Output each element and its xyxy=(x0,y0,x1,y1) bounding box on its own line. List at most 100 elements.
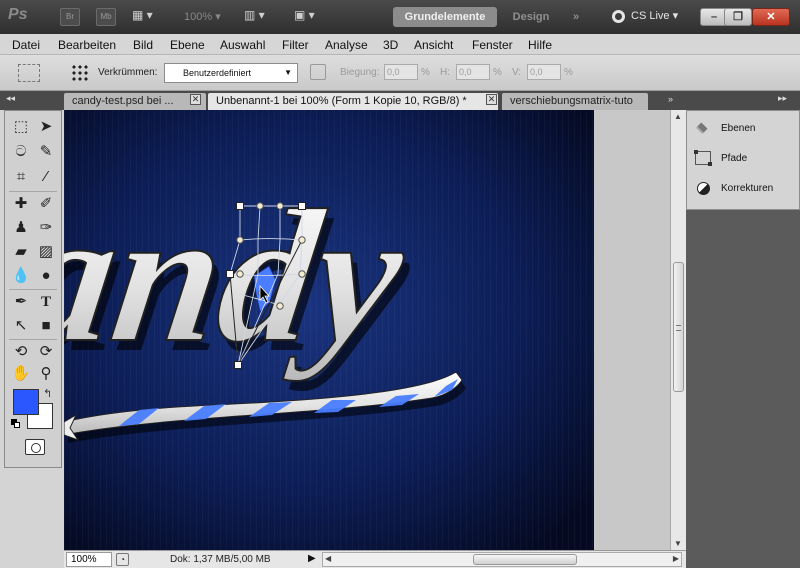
canvas-artwork: andy andy xyxy=(64,110,594,550)
tab-label: verschiebungsmatrix-tuto xyxy=(510,95,633,107)
mini-bridge-button[interactable]: Mb xyxy=(96,8,116,26)
menu-bar: Datei Bearbeiten Bild Ebene Auswahl Filt… xyxy=(0,34,800,55)
foreground-color-swatch[interactable] xyxy=(13,389,39,415)
zoom-level-dropdown[interactable]: 100% ▾ xyxy=(184,10,221,23)
panel-adjustments-label: Korrekturen xyxy=(721,183,774,194)
scroll-left-icon[interactable]: ◀ xyxy=(325,554,331,563)
3d-orbit-tool-icon[interactable]: ⟳ xyxy=(35,341,57,363)
menu-bearbeiten[interactable]: Bearbeiten xyxy=(58,38,116,52)
marquee-tool-icon[interactable]: ⬚ xyxy=(10,116,32,138)
tab-candy-test[interactable]: candy-test.psd bei ... xyxy=(64,93,206,110)
crop-tool-icon[interactable]: ⌗ xyxy=(10,166,32,188)
cs-live-icon xyxy=(612,9,625,23)
path-selection-tool-icon[interactable]: ↖ xyxy=(10,315,32,337)
collapse-toolbox-icon[interactable]: ◂◂ xyxy=(6,93,15,104)
workspace-grundelemente-button[interactable]: Grundelemente xyxy=(393,7,497,27)
pen-tool-icon[interactable]: ✒ xyxy=(10,291,32,313)
menu-3d[interactable]: 3D xyxy=(383,38,398,52)
vertical-scroll-thumb[interactable] xyxy=(673,262,684,392)
status-zoom-field[interactable]: 100% xyxy=(66,552,112,567)
tab-label: Unbenannt-1 bei 100% (Form 1 Kopie 10, R… xyxy=(216,95,467,107)
change-warp-orientation-icon[interactable] xyxy=(310,64,326,80)
v-label: V: xyxy=(512,67,522,78)
tab-overflow-icon[interactable]: » xyxy=(668,94,673,104)
toolbox-divider xyxy=(9,191,57,192)
scroll-up-icon[interactable]: ▲ xyxy=(674,112,682,121)
menu-ansicht[interactable]: Ansicht xyxy=(414,38,453,52)
hand-tool-icon[interactable]: ✋ xyxy=(10,363,32,385)
gradient-tool-icon[interactable]: ▨ xyxy=(35,241,57,263)
close-button[interactable]: ✕ xyxy=(752,8,790,26)
layers-icon xyxy=(695,121,711,135)
scroll-right-icon[interactable]: ▶ xyxy=(673,554,679,563)
close-tab-icon[interactable]: ✕ xyxy=(486,94,497,105)
tab-label: candy-test.psd bei ... xyxy=(72,95,174,107)
menu-datei[interactable]: Datei xyxy=(12,38,40,52)
transform-tool-preset-icon[interactable] xyxy=(18,64,40,82)
reference-point-grid-icon[interactable] xyxy=(70,64,90,82)
panel-adjustments[interactable]: Korrekturen xyxy=(695,179,773,199)
cs-live-button[interactable]: CS Live ▾ xyxy=(612,9,678,23)
swap-colors-icon[interactable]: ↰ xyxy=(43,387,52,400)
menu-ebene[interactable]: Ebene xyxy=(170,38,205,52)
bend-field[interactable]: 0,0 xyxy=(384,64,418,80)
document-tab-strip: ◂◂ candy-test.psd bei ... ✕ Unbenannt-1 … xyxy=(0,91,800,110)
scroll-down-icon[interactable]: ▼ xyxy=(674,539,682,548)
h-distortion-field[interactable]: 0,0 xyxy=(456,64,490,80)
restore-button[interactable]: ❐ xyxy=(724,8,752,26)
menu-bild[interactable]: Bild xyxy=(133,38,153,52)
lasso-tool-icon[interactable]: ට xyxy=(10,141,32,163)
h-label: H: xyxy=(440,67,450,78)
eyedropper-tool-icon[interactable]: ⁄ xyxy=(35,166,57,188)
paths-icon xyxy=(694,150,712,167)
menu-hilfe[interactable]: Hilfe xyxy=(528,38,552,52)
workspace-more-button[interactable]: » xyxy=(566,7,586,27)
v-distortion-field[interactable]: 0,0 xyxy=(527,64,561,80)
type-tool-icon[interactable]: T xyxy=(35,291,57,313)
zoom-tool-icon[interactable]: ⚲ xyxy=(35,363,57,385)
brush-tool-icon[interactable]: ✐ xyxy=(35,193,57,215)
history-brush-tool-icon[interactable]: ✑ xyxy=(35,217,57,239)
chevron-down-icon: ▼ xyxy=(284,68,292,77)
panel-paths[interactable]: Pfade xyxy=(694,149,747,169)
workspace-design-button[interactable]: Design xyxy=(500,7,562,27)
3d-rotate-tool-icon[interactable]: ⟲ xyxy=(10,341,32,363)
menu-auswahl[interactable]: Auswahl xyxy=(220,38,265,52)
bridge-button[interactable]: Br xyxy=(60,8,80,26)
panel-layers[interactable]: Ebenen xyxy=(695,119,755,139)
horizontal-scrollbar[interactable]: ◀ ▶ xyxy=(322,552,682,567)
toolbox-divider xyxy=(9,289,57,290)
eraser-tool-icon[interactable]: ▰ xyxy=(10,241,32,263)
photoshop-window: Ps Br Mb ▦ ▾ 100% ▾ ▥ ▾ ▣ ▾ Grundelement… xyxy=(0,0,800,568)
view-extras-icon[interactable]: ▦ ▾ xyxy=(132,8,153,22)
close-tab-icon[interactable]: ✕ xyxy=(190,94,201,105)
status-info-icon[interactable]: ◔ xyxy=(116,553,129,566)
menu-analyse[interactable]: Analyse xyxy=(325,38,368,52)
warp-style-select[interactable]: Benutzerdefiniert ▼ xyxy=(164,63,298,83)
default-colors-icon[interactable] xyxy=(11,419,21,429)
horizontal-scroll-thumb[interactable] xyxy=(473,554,577,565)
warp-style-value: Benutzerdefiniert xyxy=(183,68,252,78)
document-canvas[interactable]: andy andy xyxy=(64,110,594,550)
arrange-documents-icon[interactable]: ▥ ▾ xyxy=(244,8,265,22)
move-tool-icon[interactable]: ➤ xyxy=(35,116,57,138)
toolbox: ⬚ ➤ ට ✎ ⌗ ⁄ ✚ ✐ ♟ ✑ ▰ ▨ 💧 ● ✒ T ↖ ■ ⟲ ⟳ … xyxy=(4,110,62,468)
bend-percent: % xyxy=(421,67,430,78)
menu-fenster[interactable]: Fenster xyxy=(472,38,513,52)
quick-selection-tool-icon[interactable]: ✎ xyxy=(35,141,57,163)
collapse-panels-icon[interactable]: ▸▸ xyxy=(778,93,787,104)
dodge-tool-icon[interactable]: ● xyxy=(35,265,57,287)
rectangle-tool-icon[interactable]: ■ xyxy=(35,315,57,337)
v-percent: % xyxy=(564,67,573,78)
tab-verschiebungsmatrix[interactable]: verschiebungsmatrix-tuto xyxy=(502,93,648,110)
vertical-scrollbar[interactable]: ▲ ▼ xyxy=(670,110,686,550)
screen-mode-icon[interactable]: ▣ ▾ xyxy=(294,8,315,22)
tab-unbenannt-1[interactable]: Unbenannt-1 bei 100% (Form 1 Kopie 10, R… xyxy=(208,93,498,110)
blur-tool-icon[interactable]: 💧 xyxy=(10,265,32,287)
status-menu-arrow-icon[interactable]: ▶ xyxy=(308,553,316,564)
healing-brush-tool-icon[interactable]: ✚ xyxy=(10,193,32,215)
menu-filter[interactable]: Filter xyxy=(282,38,309,52)
clone-stamp-tool-icon[interactable]: ♟ xyxy=(10,217,32,239)
quick-mask-icon[interactable] xyxy=(25,439,45,455)
panel-dock: Ebenen Pfade Korrekturen xyxy=(686,110,800,568)
